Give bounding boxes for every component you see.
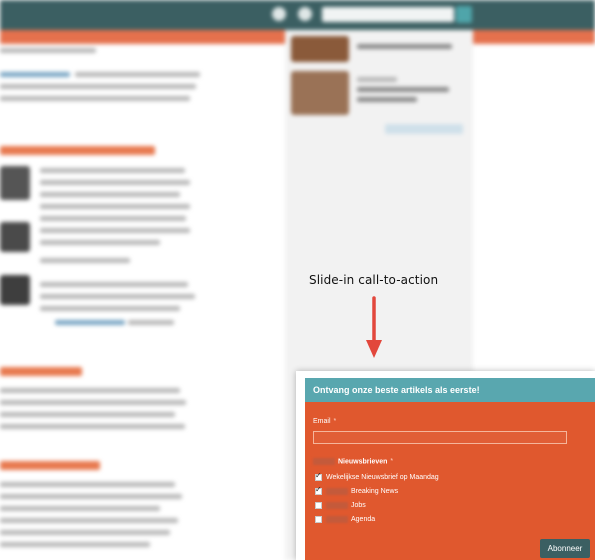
article-text	[0, 542, 150, 547]
article-text	[0, 96, 190, 101]
newsletter-option[interactable]: Wekelijkse Nieuwsbrief op Maandag	[315, 471, 439, 481]
home-icon[interactable]	[272, 7, 286, 21]
search-icon[interactable]	[456, 6, 472, 23]
article-text	[0, 518, 178, 523]
article-image	[0, 222, 30, 252]
newsletter-option[interactable]: Jobs	[315, 502, 366, 509]
article-text	[40, 216, 186, 221]
article-text	[0, 482, 175, 487]
article-text	[40, 168, 185, 173]
article-text	[0, 400, 186, 405]
sidebar-thumbnail[interactable]	[291, 36, 349, 62]
user-icon[interactable]	[298, 7, 312, 21]
annotation-label: Slide-in call-to-action	[309, 273, 439, 287]
article-link[interactable]	[0, 72, 70, 77]
annotation-arrow-icon	[366, 296, 382, 358]
article-heading[interactable]	[0, 367, 82, 376]
checkbox[interactable]	[315, 502, 322, 509]
article-text	[0, 412, 175, 417]
article-text	[0, 84, 196, 89]
newsletter-option[interactable]: Agenda	[315, 516, 375, 523]
article-text	[75, 72, 200, 77]
newsletter-option[interactable]: Breaking News	[315, 485, 398, 495]
article-text	[40, 180, 190, 185]
article-heading[interactable]	[0, 146, 155, 155]
slide-in-title: Ontvang onze beste artikels als eerste!	[305, 378, 595, 402]
article-text	[0, 388, 180, 393]
article-heading[interactable]	[0, 461, 100, 470]
article-text	[40, 240, 160, 245]
article-text	[40, 228, 190, 233]
checkbox[interactable]	[315, 471, 322, 481]
slide-in-form: Email* Nieuwsbrieven* Wekelijkse Nieuwsb…	[305, 402, 595, 560]
sidebar-text	[357, 97, 417, 102]
sidebar-link[interactable]	[385, 124, 463, 134]
article-text	[0, 494, 182, 499]
article-text	[0, 530, 170, 535]
article-text	[128, 320, 174, 325]
article-image	[0, 275, 30, 305]
newsletters-label: Nieuwsbrieven *	[313, 458, 393, 465]
checkbox[interactable]	[315, 485, 322, 495]
article-text	[40, 192, 180, 197]
article-text	[40, 258, 130, 263]
subscribe-button[interactable]: Abonneer	[540, 539, 590, 558]
email-label: Email *	[313, 418, 337, 425]
article-text	[0, 506, 160, 511]
email-field[interactable]	[313, 431, 567, 444]
sidebar-text	[357, 77, 397, 82]
article-text	[40, 294, 195, 299]
article-text	[40, 204, 190, 209]
checkbox[interactable]	[315, 516, 322, 523]
article-text	[40, 282, 188, 287]
article-text	[0, 424, 185, 429]
sidebar-text	[357, 44, 452, 49]
article-link[interactable]	[55, 320, 125, 325]
article-text	[40, 306, 180, 311]
article-image	[0, 166, 30, 200]
article-text	[0, 48, 96, 53]
slide-in-cta: Ontvang onze beste artikels als eerste! …	[296, 371, 595, 560]
page: Slide-in call-to-action Ontvang onze bes…	[0, 0, 595, 560]
sidebar-text	[357, 87, 449, 92]
search-input[interactable]	[322, 7, 454, 22]
sidebar-thumbnail[interactable]	[291, 71, 349, 115]
